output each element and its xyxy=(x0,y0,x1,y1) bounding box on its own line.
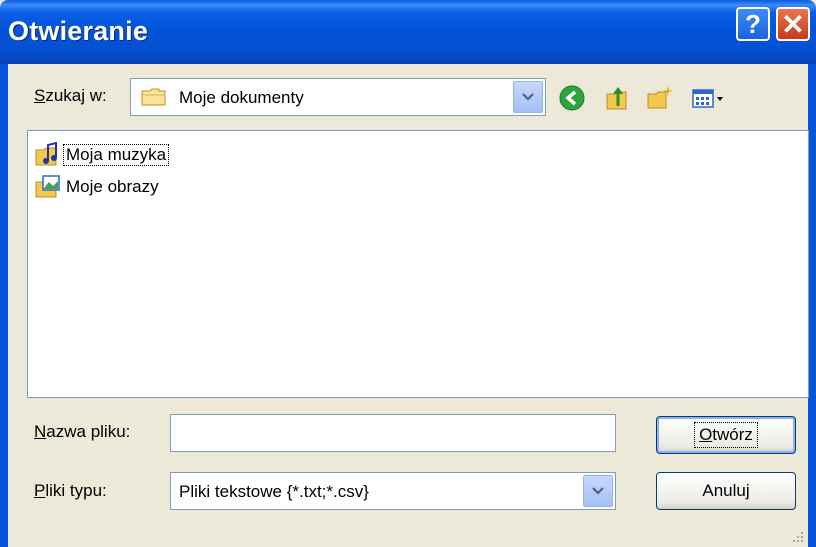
filename-label: Nazwa pliku: xyxy=(34,422,131,441)
open-dialog: Otwieranie ? ✕ Szukaj w: Moje dokumenty xyxy=(0,0,816,547)
cancel-button[interactable]: Anuluj xyxy=(656,472,796,510)
filetype-select[interactable]: Pliki tekstowe {*.txt;*.csv} xyxy=(170,472,616,510)
chevron-down-icon xyxy=(592,487,604,495)
file-name: Moje obrazy xyxy=(66,177,159,196)
back-icon[interactable] xyxy=(558,84,586,112)
lookin-combo[interactable]: Moje dokumenty xyxy=(130,78,546,116)
filetype-label: Pliki typu: xyxy=(34,481,107,500)
help-button[interactable]: ? xyxy=(736,7,770,41)
filetype-value: Pliki tekstowe {*.txt;*.csv} xyxy=(179,482,369,501)
view-menu-icon[interactable] xyxy=(690,84,726,112)
chevron-down-icon xyxy=(522,93,534,101)
filetype-dropdown-button[interactable] xyxy=(583,475,613,507)
window-border-right xyxy=(808,64,816,547)
new-folder-icon[interactable] xyxy=(646,84,674,112)
help-icon: ? xyxy=(745,8,761,39)
open-button[interactable]: Otwórz xyxy=(656,416,796,454)
music-folder-icon xyxy=(35,141,57,166)
resize-grip-icon[interactable] xyxy=(790,529,804,543)
file-name: Moja muzyka xyxy=(62,144,170,166)
folder-icon xyxy=(141,88,166,106)
title-bar[interactable]: Otwieranie ? ✕ xyxy=(0,0,816,64)
pictures-folder-icon xyxy=(35,175,60,198)
lookin-label: Szukaj w: xyxy=(34,86,107,105)
lookin-dropdown-button[interactable] xyxy=(513,81,543,113)
file-list[interactable]: Moja muzyka Moje obrazy xyxy=(27,130,809,398)
filename-input[interactable] xyxy=(170,414,616,452)
close-icon: ✕ xyxy=(781,8,805,40)
lookin-value: Moje dokumenty xyxy=(179,88,304,107)
dialog-title: Otwieranie xyxy=(8,16,149,46)
close-button[interactable]: ✕ xyxy=(776,7,810,41)
up-folder-icon[interactable] xyxy=(604,84,632,112)
window-border-left xyxy=(0,64,8,547)
